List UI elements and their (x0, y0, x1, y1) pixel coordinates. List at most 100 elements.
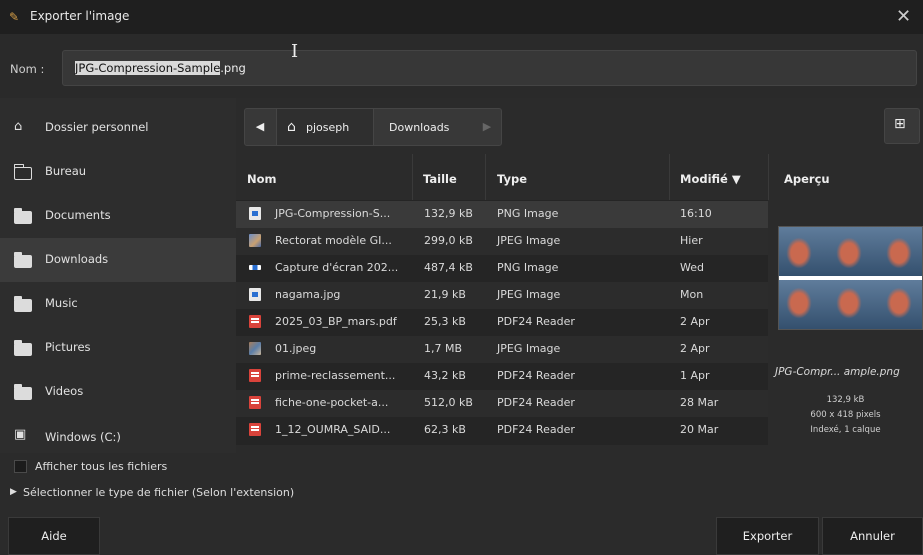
table-row[interactable]: 2025_03_BP_mars.pdf 25,3 kB PDF24 Reader… (236, 309, 768, 336)
column-separator (669, 154, 670, 200)
sidebar-item-documents[interactable]: Documents (0, 194, 236, 238)
sidebar-item-videos[interactable]: Videos (0, 370, 236, 414)
drive-icon: ▣ (14, 427, 27, 442)
pdf-file-icon (249, 396, 261, 409)
file-type: PDF24 Reader (497, 423, 575, 436)
jpeg-file-icon (249, 342, 261, 355)
jpeg-file-icon (249, 234, 261, 247)
file-name: Rectorat modèle GI... (275, 234, 392, 247)
file-size: 1,7 MB (424, 342, 463, 355)
column-header-modified[interactable]: Modifié ▼ (680, 172, 741, 186)
table-row[interactable]: Capture d'écran 202... 487,4 kB PNG Imag… (236, 255, 768, 282)
sidebar-item-windows-c[interactable]: ▣ Windows (C:) (0, 414, 236, 453)
folder-icon (14, 340, 32, 356)
file-type: JPEG Image (497, 234, 561, 247)
window-title: Exporter l'image (30, 9, 130, 23)
file-name: 1_12_OUMRA_SAID... (275, 423, 391, 436)
table-row[interactable]: Rectorat modèle GI... 299,0 kB JPEG Imag… (236, 228, 768, 255)
table-row[interactable]: fiche-one-pocket-a... 512,0 kB PDF24 Rea… (236, 390, 768, 417)
column-separator (485, 154, 486, 200)
expander-arrow-icon[interactable]: ▶ (10, 487, 17, 497)
sidebar-item-downloads[interactable]: Downloads (0, 238, 236, 282)
table-row[interactable]: prime-reclassement... 43,2 kB PDF24 Read… (236, 363, 768, 390)
show-all-files-checkbox[interactable] (14, 460, 27, 473)
preview-thumbnail (778, 226, 923, 330)
filename-extension: .png (220, 61, 246, 75)
file-modified: 1 Apr (680, 369, 710, 382)
pdf-file-icon (249, 423, 261, 436)
sidebar-item-label: Pictures (45, 340, 91, 354)
file-modified: Wed (680, 261, 704, 274)
back-button[interactable]: ◀ (245, 109, 275, 145)
sidebar-item-music[interactable]: Music (0, 282, 236, 326)
table-row[interactable]: 1_12_OUMRA_SAID... 62,3 kB PDF24 Reader … (236, 417, 768, 444)
forward-button[interactable]: ▶ (475, 109, 499, 145)
help-button[interactable]: Aide (8, 517, 100, 555)
text-cursor-icon: I (291, 41, 299, 62)
home-icon: ⌂ (287, 119, 296, 135)
title-bar (0, 0, 923, 34)
places-sidebar: ⌂ Dossier personnel Bureau Documents Dow… (0, 98, 236, 453)
file-modified: 28 Mar (680, 396, 719, 409)
file-name: Capture d'écran 202... (275, 261, 399, 274)
new-folder-icon: ⊞ (894, 116, 906, 132)
gimp-icon: ✎ (9, 10, 20, 24)
file-size: 132,9 kB (424, 207, 473, 220)
folder-icon (14, 208, 32, 224)
preview-filename: JPG-Compr... ample.png (775, 366, 900, 378)
table-row[interactable]: JPG-Compression-S... 132,9 kB PNG Image … (236, 201, 768, 228)
pdf-file-icon (249, 369, 261, 382)
pdf-file-icon (249, 315, 261, 328)
png-file-icon (249, 207, 261, 220)
preview-dimensions: 600 x 418 pixels (810, 410, 881, 420)
sidebar-item-label: Bureau (45, 164, 87, 178)
close-icon[interactable]: ✕ (896, 6, 911, 27)
sidebar-item-label: Downloads (45, 252, 109, 266)
file-type-expander[interactable]: Sélectionner le type de fichier (Selon l… (23, 486, 294, 499)
file-type: PDF24 Reader (497, 396, 575, 409)
filename-value[interactable]: JPG-Compression-Sample.png (75, 61, 246, 75)
file-modified: 2 Apr (680, 342, 710, 355)
file-name: prime-reclassement... (275, 369, 396, 382)
column-header-size[interactable]: Taille (423, 172, 457, 186)
sidebar-item-label: Documents (45, 208, 111, 222)
preview-info: Indexé, 1 calque (810, 425, 881, 435)
file-type: JPEG Image (497, 288, 561, 301)
file-size: 62,3 kB (424, 423, 466, 436)
show-all-files-label[interactable]: Afficher tous les fichiers (35, 460, 167, 473)
column-separator (412, 154, 413, 200)
folder-outline-icon (14, 164, 32, 180)
folder-icon (14, 384, 32, 400)
file-size: 299,0 kB (424, 234, 473, 247)
folder-icon (14, 296, 32, 312)
home-icon: ⌂ (14, 119, 23, 134)
preview-size: 132,9 kB (826, 395, 865, 405)
cancel-button[interactable]: Annuler (822, 517, 923, 555)
folder-icon (14, 252, 32, 268)
file-type: PNG Image (497, 261, 559, 274)
file-modified: 2 Apr (680, 315, 710, 328)
preview-title: Aperçu (784, 172, 830, 186)
file-name: 01.jpeg (275, 342, 317, 355)
file-name: nagama.jpg (275, 288, 341, 301)
table-row[interactable]: nagama.jpg 21,9 kB JPEG Image Mon (236, 282, 768, 309)
file-size: 487,4 kB (424, 261, 473, 274)
column-header-name[interactable]: Nom (247, 172, 277, 186)
sidebar-item-pictures[interactable]: Pictures (0, 326, 236, 370)
export-button[interactable]: Exporter (716, 517, 819, 555)
breadcrumb-downloads-label[interactable]: Downloads (389, 121, 449, 134)
breadcrumb-home-label[interactable]: pjoseph (306, 121, 349, 134)
table-row[interactable]: 01.jpeg 1,7 MB JPEG Image 2 Apr (236, 336, 768, 363)
sidebar-item-bureau[interactable]: Bureau (0, 150, 236, 194)
file-modified: 16:10 (680, 207, 712, 220)
sidebar-item-label: Dossier personnel (45, 120, 149, 134)
file-size: 512,0 kB (424, 396, 473, 409)
file-size: 21,9 kB (424, 288, 466, 301)
file-name: 2025_03_BP_mars.pdf (275, 315, 397, 328)
sidebar-item-home[interactable]: ⌂ Dossier personnel (0, 106, 236, 150)
file-type: PDF24 Reader (497, 315, 575, 328)
column-header-type[interactable]: Type (497, 172, 527, 186)
file-type: PDF24 Reader (497, 369, 575, 382)
file-type: JPEG Image (497, 342, 561, 355)
image-file-icon (249, 288, 261, 301)
